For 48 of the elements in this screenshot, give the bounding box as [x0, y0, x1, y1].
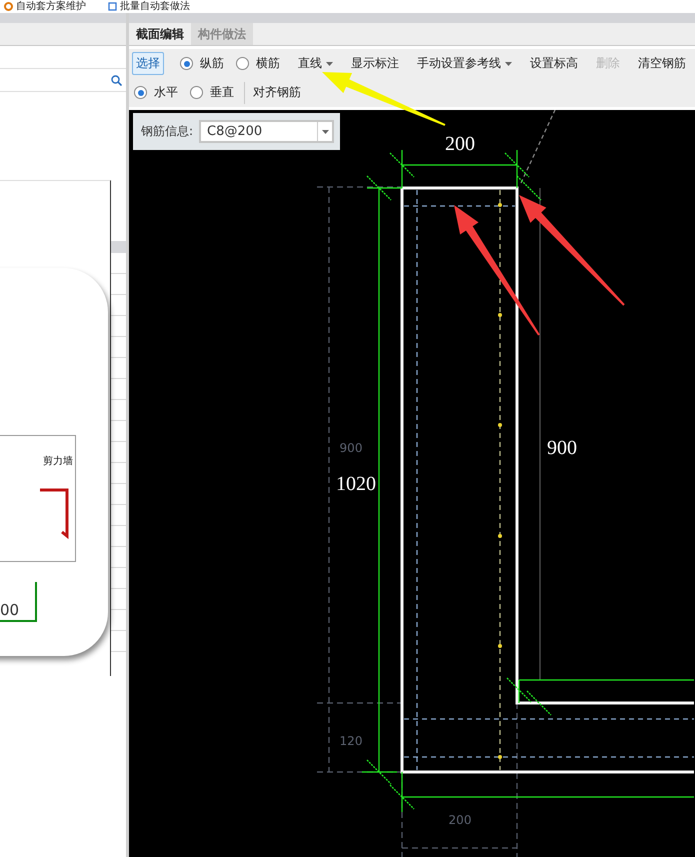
toolbar-button[interactable]: 批量自动套做法 — [106, 0, 192, 12]
tick-mark — [504, 152, 530, 178]
toolbar-button[interactable]: 设置标高 — [526, 52, 582, 75]
radio-option[interactable]: 横筋 — [236, 55, 280, 72]
rebar-point — [498, 203, 502, 207]
rebar-point — [498, 644, 502, 648]
search-icon — [111, 74, 122, 86]
dimension-label: 120 — [340, 734, 362, 748]
rebar-point — [498, 755, 502, 759]
rebar-info-label: 钢筋信息: — [141, 123, 194, 140]
diagram-label: 剪力墙 — [43, 454, 73, 468]
tick-mark — [506, 678, 532, 702]
dropdown-button[interactable]: 手动设置参考线 — [413, 52, 516, 75]
rebar-bend-icon — [40, 488, 70, 540]
radio-option[interactable]: 纵筋 — [180, 55, 224, 72]
tick-mark — [516, 176, 542, 200]
toolbar-button[interactable]: 自动套方案维护 — [2, 0, 88, 12]
rebar-point — [498, 313, 502, 317]
dimension-value: 00 — [0, 601, 20, 619]
toolbar-button[interactable]: 对齐钢筋 — [249, 81, 305, 104]
drawing-canvas[interactable]: 200 900 1020 900 120 200 钢筋信息: C8@200 — [129, 110, 695, 857]
caret-icon — [326, 62, 333, 66]
caret-icon — [322, 130, 329, 134]
rebar-point — [498, 423, 502, 427]
tick-mark — [366, 176, 392, 200]
search-field[interactable] — [0, 68, 126, 92]
rebar-point — [498, 534, 502, 538]
tick-mark — [390, 152, 414, 178]
toolbar-button[interactable]: 显示标注 — [347, 52, 403, 75]
radio-option[interactable]: 垂直 — [190, 84, 234, 101]
splitter[interactable] — [126, 13, 129, 857]
rebar-select[interactable]: C8@200 — [199, 120, 334, 143]
dimension-label: 200 — [445, 133, 475, 155]
document-icon — [108, 2, 117, 11]
tick-mark — [366, 760, 392, 784]
tick-mark — [390, 784, 414, 810]
dimension-label: 900 — [340, 441, 362, 455]
tick-mark — [526, 690, 552, 716]
dimension-line-icon — [0, 582, 40, 624]
dimension-label: 1020 — [336, 473, 376, 495]
radio-option[interactable]: 水平 — [134, 84, 178, 101]
gear-icon — [4, 2, 13, 11]
toolbar-button[interactable]: 清空钢筋 — [634, 52, 690, 75]
dimension-label: 900 — [547, 437, 577, 459]
dropdown-button[interactable]: 直线 — [294, 52, 337, 75]
toolbar-button[interactable]: 选择 — [132, 52, 164, 75]
caret-icon — [505, 62, 512, 66]
dimension-label: 200 — [448, 813, 472, 827]
